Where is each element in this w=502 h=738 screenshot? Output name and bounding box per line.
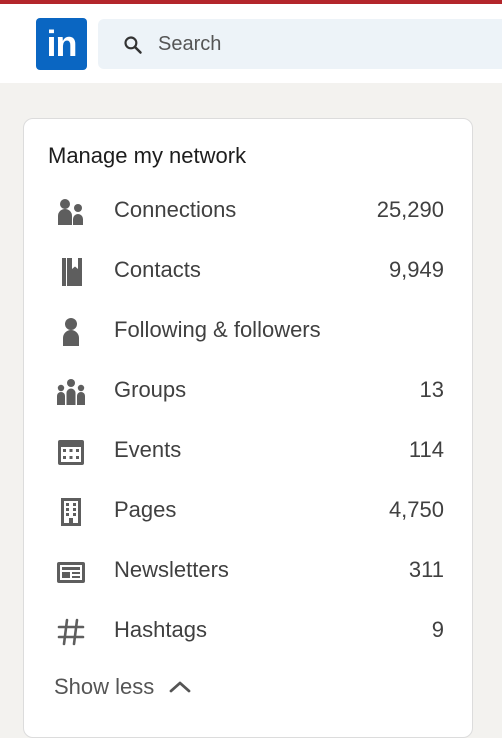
nav-label-pages: Pages — [114, 497, 177, 522]
nav-label-groups: Groups — [114, 377, 187, 402]
nav-count-hashtags: 9 — [431, 617, 444, 642]
search-icon — [124, 36, 142, 54]
search-input[interactable] — [158, 29, 488, 59]
calendar-icon — [58, 440, 84, 465]
nav-item-events[interactable]: Events 114 — [24, 423, 472, 479]
nav-count-newsletters: 311 — [408, 557, 444, 582]
manage-network-card: Manage my network Connections 25,290 Con… — [23, 118, 473, 738]
nav-item-groups[interactable]: Groups 13 — [24, 363, 472, 419]
nav-label-events: Events — [114, 437, 182, 462]
show-less-button[interactable]: Show less — [54, 667, 192, 707]
show-less-label: Show less — [54, 674, 155, 699]
card-title: Manage my network — [48, 143, 247, 168]
chevron-up-icon — [169, 681, 191, 693]
nav-item-newsletters[interactable]: Newsletters 311 — [24, 543, 472, 599]
linkedin-logo[interactable]: in — [36, 18, 87, 70]
nav-item-contacts[interactable]: Contacts 9,949 — [24, 243, 472, 299]
nav-count-pages: 4,750 — [388, 497, 444, 522]
nav-item-following-followers[interactable]: Following & followers — [24, 303, 472, 359]
nav-count-events: 114 — [408, 437, 444, 462]
nav-label-following-followers: Following & followers — [114, 317, 321, 342]
nav-count-groups: 13 — [419, 377, 444, 402]
person-icon — [63, 318, 79, 346]
nav-item-connections[interactable]: Connections 25,290 — [24, 183, 472, 239]
nav-label-hashtags: Hashtags — [114, 617, 207, 642]
connections-icon — [58, 199, 83, 225]
building-icon — [61, 498, 81, 526]
nav-label-connections: Connections — [114, 197, 237, 222]
nav-item-hashtags[interactable]: Hashtags 9 — [24, 603, 472, 659]
nav-item-pages[interactable]: Pages 4,750 — [24, 483, 472, 539]
nav-label-contacts: Contacts — [114, 257, 201, 282]
nav-label-newsletters: Newsletters — [114, 557, 229, 582]
newsletter-icon — [57, 562, 85, 583]
groups-icon — [57, 379, 85, 405]
search-bar[interactable] — [98, 19, 502, 69]
global-header: in — [0, 4, 502, 83]
contacts-icon — [62, 258, 82, 286]
nav-count-connections: 25,290 — [376, 197, 444, 222]
nav-count-contacts: 9,949 — [388, 257, 444, 282]
hashtag-icon — [57, 618, 85, 646]
